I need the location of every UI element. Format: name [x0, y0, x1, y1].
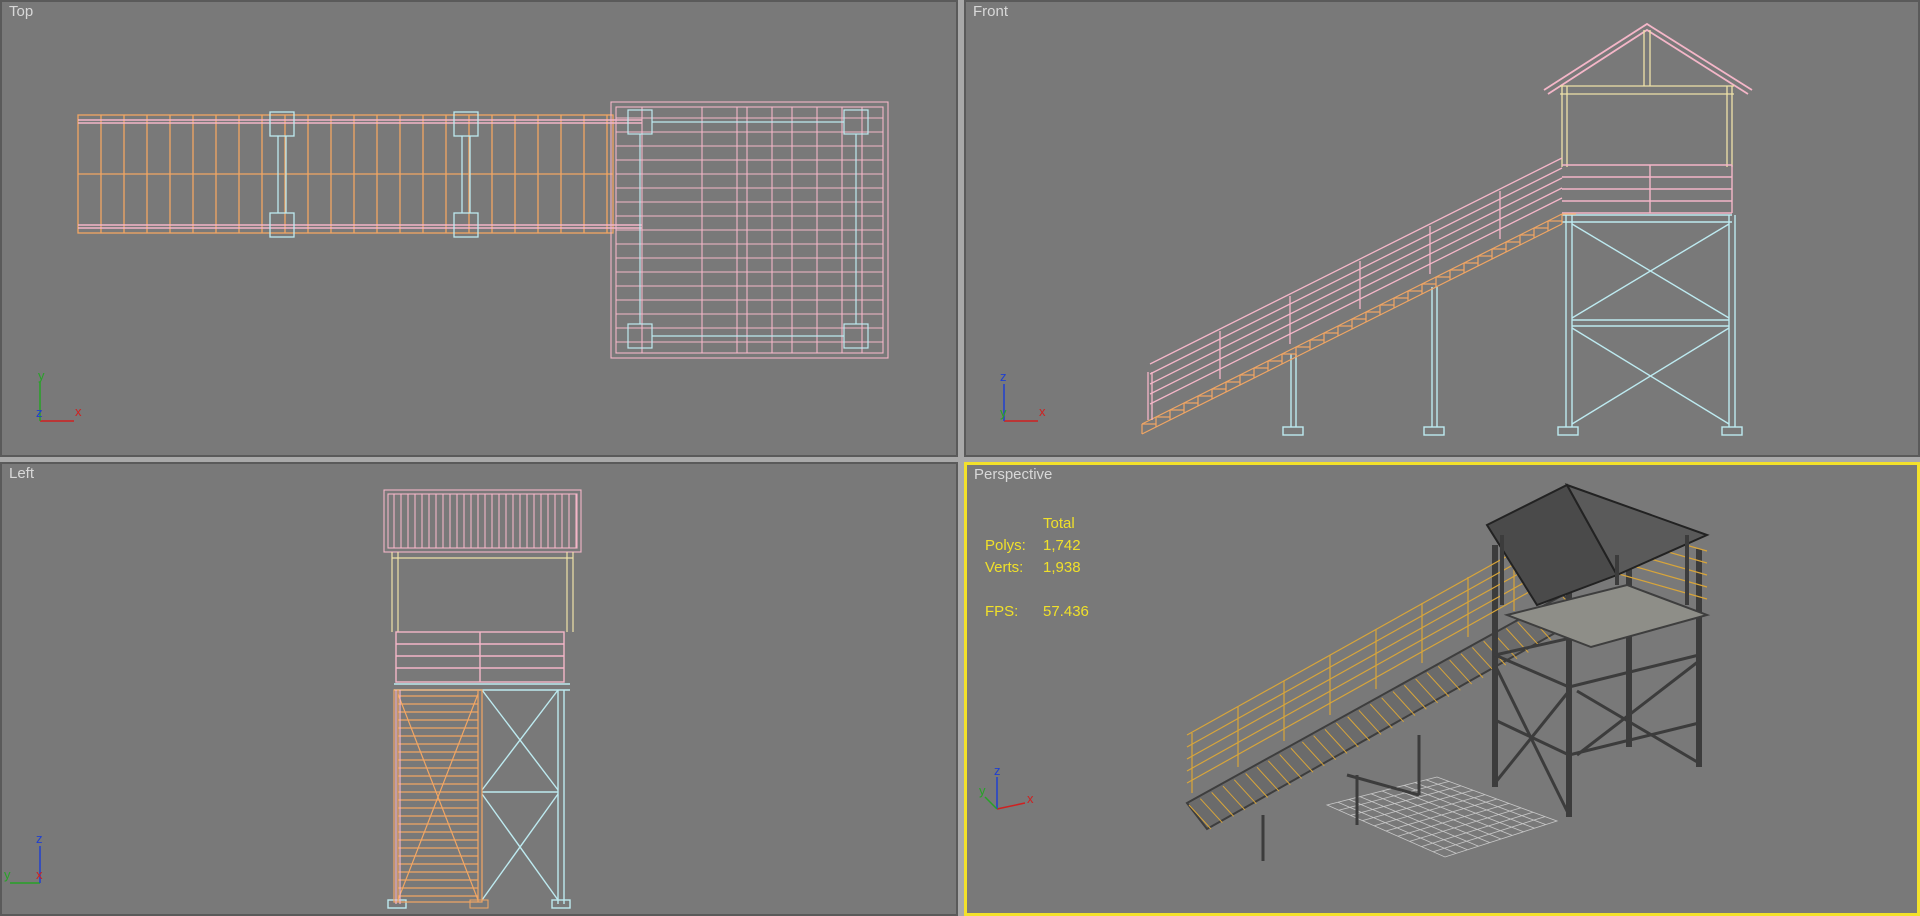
left-wireframe: z y x: [4, 489, 582, 909]
viewport-perspective[interactable]: Perspective Total Polys: 1,742 Verts: 1,…: [964, 462, 1920, 916]
axis-y-label: y: [1000, 405, 1007, 420]
axis-y-label: y: [38, 368, 45, 383]
front-wireframe: z y x: [1000, 22, 1753, 436]
axis-z-label: z: [36, 405, 43, 420]
axis-tripod-front: z y x: [1000, 369, 1046, 422]
viewport-top[interactable]: Top y z x: [0, 0, 958, 457]
axis-z-label: z: [994, 763, 1001, 778]
axis-x-label: x: [36, 867, 43, 882]
top-wireframe: y z x: [36, 101, 889, 422]
axis-y-label: y: [979, 783, 986, 798]
axis-tripod-left: z y x: [4, 831, 43, 884]
viewport-left[interactable]: Left z y x: [0, 462, 958, 916]
axis-x-label: x: [75, 404, 82, 419]
axis-z-label: z: [1000, 369, 1007, 384]
perspective-render: z y x: [979, 483, 1711, 861]
axis-tripod-perspective: z y x: [979, 763, 1034, 810]
axis-tripod-top: y z x: [36, 368, 82, 422]
viewport-front[interactable]: Front z y x: [964, 0, 1920, 457]
axis-z-label: z: [36, 831, 43, 846]
axis-y-label: y: [4, 867, 11, 882]
axis-x-label: x: [1027, 791, 1034, 806]
axis-x-label: x: [1039, 404, 1046, 419]
